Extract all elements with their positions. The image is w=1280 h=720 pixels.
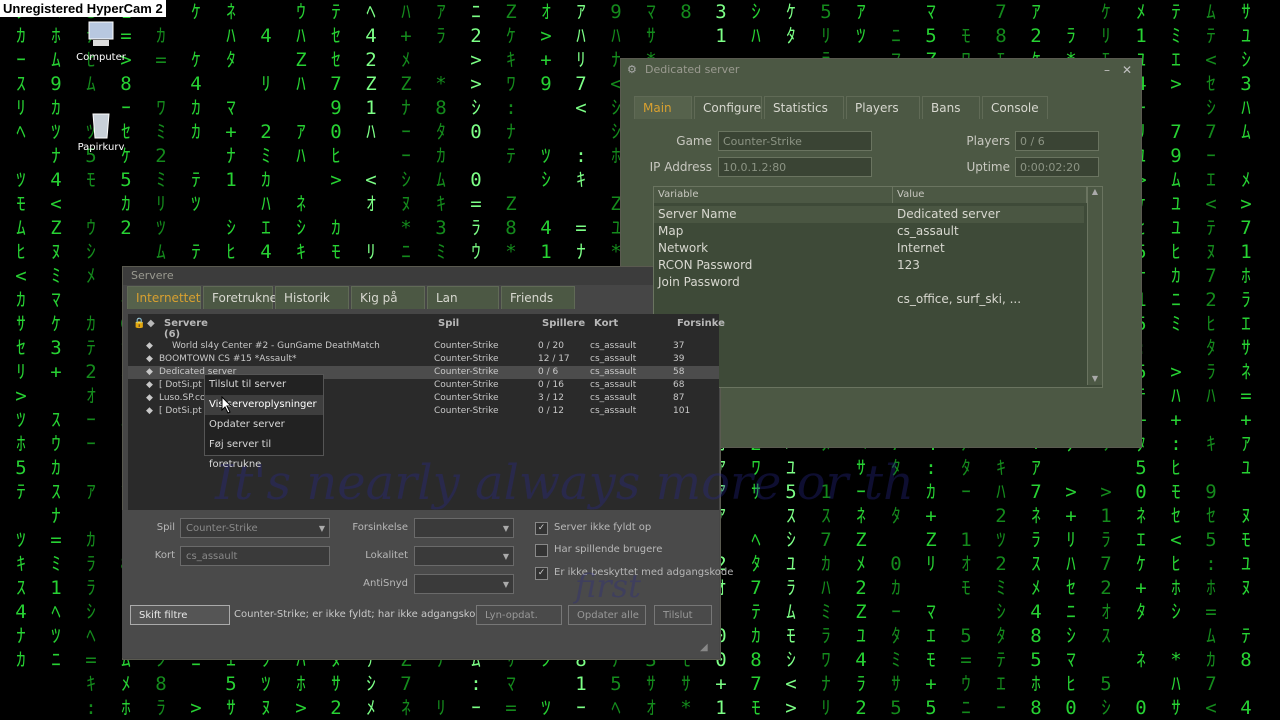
- matrix-column: ﾑ ﾃ < ｾ ｼ 7 ｰ ｴ < ﾃ ﾇ 7 2 ﾋ ﾀ ﾗ ﾊ ｷ 9 ｾ …: [1205, 1, 1217, 719]
- chevron-down-icon: ▼: [318, 524, 325, 533]
- uptime-label: Uptime: [966, 160, 1010, 174]
- toggle-filters-button[interactable]: Skift filtre: [130, 605, 230, 625]
- tab-history[interactable]: Historik: [275, 286, 349, 309]
- vac-icon: ◆: [146, 354, 153, 364]
- anticheat-filter-label: AntiSnyd: [363, 578, 408, 589]
- context-menu: Tilslut til server Vis serveroplysninger…: [204, 374, 324, 470]
- variable-row[interactable]: RCON Password 123: [654, 257, 1084, 274]
- game-filter-label: Spil: [156, 522, 175, 533]
- refresh-all-button[interactable]: Opdater alle: [568, 605, 646, 625]
- game-field: Counter-Strike: [718, 131, 872, 151]
- map-filter-input[interactable]: cs_assault: [180, 546, 330, 566]
- menu-item-add-favorite[interactable]: Føj server til foretrukne: [205, 435, 323, 470]
- header-game[interactable]: Spil: [438, 318, 459, 329]
- connect-button[interactable]: Tilslut: [654, 605, 712, 625]
- variable-row[interactable]: Join Password: [654, 274, 1084, 291]
- header-latency[interactable]: Forsinke: [677, 318, 725, 329]
- matrix-column: ｼ ｶ ｰ ｽ ﾘ ﾍ ﾂ ﾓ ﾑ ﾋ < ｶ ｻ ｾ ﾘ > ﾂ ﾎ 5 ﾃ …: [15, 1, 27, 671]
- vac-icon: ◆: [146, 341, 153, 351]
- header-players[interactable]: Spillere: [542, 318, 585, 329]
- steam-icon: ⚙: [627, 63, 637, 76]
- chevron-down-icon: ▼: [502, 524, 509, 533]
- matrix-column: ｻ ﾕ ｼ 3 ﾊ ﾑ ﾒ > 7 1 ﾎ ﾗ ｴ ｻ ﾈ = + ｱ ﾕ ﾇ …: [1240, 1, 1252, 719]
- quick-refresh-button[interactable]: Lyn-opdat.: [476, 605, 562, 625]
- variable-row[interactable]: Network Internet: [654, 240, 1084, 257]
- players-field: 0 / 6: [1015, 131, 1099, 151]
- mouse-cursor-icon: [221, 396, 233, 414]
- dedicated-tabs: Main Configure Statistics Players Bans C…: [634, 96, 1050, 119]
- desktop-icon-label: Papirkurv: [77, 142, 125, 153]
- location-filter-label: Lokalitet: [365, 550, 408, 561]
- tab-bans[interactable]: Bans: [922, 96, 980, 119]
- recycle-bin-icon: [85, 108, 117, 140]
- not-full-label: Server ikke fyldt op: [554, 522, 652, 533]
- tab-statistics[interactable]: Statistics: [764, 96, 844, 119]
- resize-grip-icon[interactable]: ◢: [700, 642, 708, 653]
- tab-configure[interactable]: Configure: [694, 96, 762, 119]
- vac-icon: ◆: [146, 367, 153, 377]
- vac-icon: ◆: [146, 393, 153, 403]
- tab-spectate[interactable]: Kig på: [351, 286, 425, 309]
- desktop-icon-label: Computer: [76, 52, 126, 63]
- servers-tabs: Internettet Foretrukne Historik Kig på L…: [127, 286, 577, 309]
- not-full-checkbox[interactable]: ✓: [535, 522, 548, 535]
- desktop-icon-recycle-bin[interactable]: Papirkurv: [66, 108, 136, 153]
- chevron-down-icon: ▼: [502, 552, 509, 561]
- header-servers[interactable]: Servere (6): [164, 318, 208, 340]
- menu-item-connect[interactable]: Tilslut til server: [205, 375, 323, 395]
- server-row[interactable]: ◆ World sl4y Center #2 - GunGame DeathMa…: [128, 340, 719, 353]
- tab-friends[interactable]: Friends: [501, 286, 575, 309]
- server-variables-list[interactable]: Variable Value Server Name Dedicated ser…: [653, 186, 1103, 388]
- server-row[interactable]: ◆ BOOMTOWN CS #15 *Assault* Counter-Stri…: [128, 353, 719, 366]
- anticheat-filter-select[interactable]: ▼: [414, 574, 514, 594]
- tab-favorites[interactable]: Foretrukne: [203, 286, 277, 309]
- ip-field: 10.0.1.2:80: [718, 157, 872, 177]
- recorder-watermark: Unregistered HyperCam 2: [0, 0, 166, 17]
- shield-icon: ◆: [147, 318, 155, 329]
- menu-item-refresh[interactable]: Opdater server: [205, 415, 323, 435]
- no-password-checkbox[interactable]: ✓: [535, 567, 548, 580]
- computer-icon: [85, 18, 117, 50]
- servers-titlebar[interactable]: Servere – ✕: [123, 267, 720, 285]
- list-scrollbar[interactable]: ▲ ▼: [1087, 187, 1102, 385]
- game-filter-select[interactable]: Counter-Strike ▼: [180, 518, 330, 538]
- desktop-icon-computer[interactable]: Computer: [66, 18, 136, 63]
- ip-label: IP Address: [649, 160, 712, 174]
- vac-icon: ◆: [146, 406, 153, 416]
- dedicated-server-titlebar[interactable]: ⚙ Dedicated server – ✕: [621, 59, 1141, 81]
- window-title: Dedicated server: [645, 63, 740, 76]
- overlay-handwriting: It's nearly always more or th: [215, 455, 914, 511]
- has-players-label: Har spillende brugere: [554, 544, 663, 555]
- map-filter-label: Kort: [154, 550, 175, 561]
- game-label: Game: [676, 134, 712, 148]
- close-button[interactable]: ✕: [1119, 59, 1135, 81]
- minimize-button[interactable]: –: [1099, 59, 1115, 81]
- tab-internet[interactable]: Internettet: [127, 286, 201, 309]
- latency-filter-label: Forsinkelse: [352, 522, 408, 533]
- uptime-field: 0:00:02:20: [1015, 157, 1099, 177]
- matrix-column: ﾃ ﾐ ｴ > 7 9 ﾑ ﾕ ﾕ ﾋ ｶ ﾆ ﾐ > ﾊ + : ﾋ ﾓ ｾ …: [1170, 1, 1182, 719]
- overlay-handwriting-2: first: [575, 567, 641, 605]
- chevron-down-icon: ▼: [502, 580, 509, 589]
- column-variable[interactable]: Variable: [654, 187, 893, 203]
- tab-console[interactable]: Console: [982, 96, 1048, 119]
- tab-players[interactable]: Players: [846, 96, 920, 119]
- lock-icon: 🔒: [133, 318, 146, 329]
- variable-row[interactable]: Map cs_assault: [654, 223, 1084, 240]
- column-value[interactable]: Value: [893, 187, 1087, 203]
- location-filter-select[interactable]: ▼: [414, 546, 514, 566]
- variable-row[interactable]: cs_office, surf_ski, ...: [654, 291, 1084, 308]
- scroll-up-icon[interactable]: ▲: [1088, 187, 1102, 196]
- players-label: Players: [966, 134, 1010, 148]
- scroll-down-icon[interactable]: ▼: [1088, 374, 1102, 383]
- tab-lan[interactable]: Lan: [427, 286, 499, 309]
- header-map[interactable]: Kort: [594, 318, 618, 329]
- variable-row[interactable]: Server Name Dedicated server: [654, 206, 1084, 223]
- vac-icon: ◆: [146, 380, 153, 390]
- window-title: Servere: [131, 269, 174, 282]
- latency-filter-select[interactable]: ▼: [414, 518, 514, 538]
- filter-status-text: Counter-Strike; er ikke fyldt; har ikke …: [234, 609, 498, 620]
- has-players-checkbox[interactable]: [535, 544, 548, 557]
- tab-main[interactable]: Main: [634, 96, 692, 119]
